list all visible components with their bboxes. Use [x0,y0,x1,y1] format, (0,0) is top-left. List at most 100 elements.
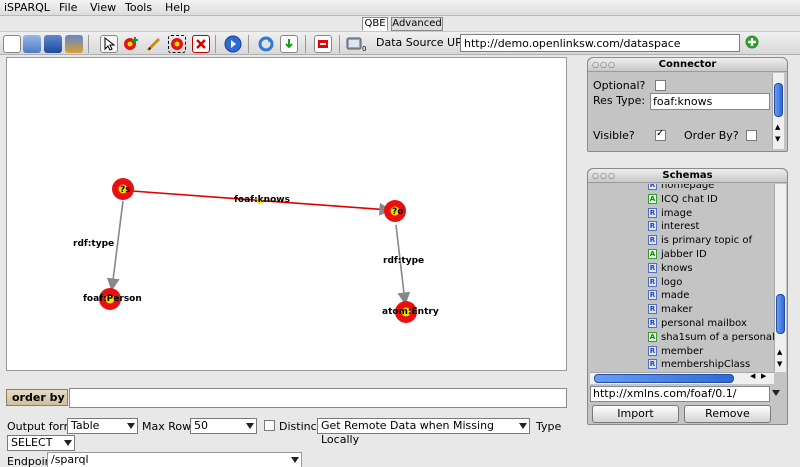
resource-icon: R [648,345,657,356]
schema-list-item[interactable]: RmembershipClass [648,358,750,371]
resource-icon: R [648,290,657,301]
order-by-checkbox[interactable] [746,130,757,141]
menu-help[interactable]: Help [165,1,190,14]
scroll-up-icon[interactable]: ▲ [777,348,782,356]
res-type-input[interactable]: foaf:knows [650,93,770,110]
schemas-tree[interactable]: Rhomepage A ICQ chat ID Rimage Rinterest Ris … [590,184,774,372]
data-source-label: Data Source URI [376,36,466,49]
schemas-vscrollbar[interactable]: ▲ ▼ [774,184,786,372]
menu-tools[interactable]: Tools [125,1,152,14]
res-type-label: Res Type: [593,94,646,107]
schema-list-item[interactable]: Rmade [648,289,689,302]
window-controls-icon[interactable]: ○○○ [592,61,616,69]
schema-list-item[interactable]: Asha1sum of a personal [648,331,774,344]
node-o-label: ?o [392,207,403,217]
visible-label: Visible? [593,129,635,142]
scroll-thumb[interactable] [774,83,783,117]
distinct-label: Distinct [279,420,321,433]
schema-item-label: knows [661,262,693,274]
chevron-down-icon[interactable] [772,390,780,396]
schema-item-label: is primary topic of [661,235,752,247]
distinct-checkbox[interactable] [264,420,275,431]
data-source-input[interactable] [460,34,740,52]
output-format-select[interactable]: Table [67,418,138,434]
max-rows-select[interactable]: 50 [190,418,257,434]
chevron-down-icon [64,440,72,446]
schema-list-item[interactable]: Rpersonal mailbox [648,317,747,330]
menu-app[interactable]: iSPARQL [4,1,50,14]
resource-icon: R [648,359,657,370]
node-atom-entry[interactable]: atom:Entry [382,301,439,323]
remove-button[interactable]: Remove [684,405,771,423]
schema-list-item[interactable]: Rmember [648,345,703,358]
datasource-icon[interactable]: 0 [346,35,366,53]
add-node-icon[interactable] [122,35,140,53]
open-folder-icon[interactable] [23,35,41,53]
resource-icon: R [648,262,657,273]
schema-list-item[interactable]: Ris primary topic of [648,234,752,247]
schema-list-item[interactable]: Rlogo [648,276,682,289]
scroll-thumb[interactable] [776,294,785,334]
schema-list-item[interactable]: Rhomepage [648,184,714,192]
schema-item-label: sha1sum of a personal [661,331,774,343]
schema-list-item[interactable]: Rimage [648,207,692,220]
schema-uri-input[interactable]: http://xmlns.com/foaf/0.1/ [590,386,770,402]
node-s-label: ?s [120,185,131,195]
hscroll-thumb[interactable] [594,374,734,383]
node-s[interactable]: ?s [112,178,134,200]
save-as-icon[interactable] [65,35,83,53]
remote-data-select[interactable]: Get Remote Data when Missing Locally [317,418,530,446]
node-foaf-person[interactable]: foaf:Person [83,288,142,310]
schema-item-label: membershipClass [661,359,751,371]
save-icon[interactable] [44,35,62,53]
scroll-up-icon[interactable]: ▲ [775,123,780,131]
schemas-hscrollbar[interactable]: ◀ ▶ [590,372,774,384]
endpoint-select[interactable]: /sparql [47,452,302,467]
node-o[interactable]: ?o [384,200,406,222]
new-file-icon[interactable] [3,35,21,53]
resource-icon: R [648,235,657,246]
delete-icon[interactable] [192,35,210,53]
import-button[interactable]: Import [592,405,679,423]
schema-list-item[interactable]: A ICQ chat ID [648,193,718,206]
menu-file[interactable]: File [59,1,77,14]
edge-label-knows: foaf:knows [234,195,290,205]
run-query-icon[interactable] [224,35,242,53]
green-plus-icon[interactable] [745,35,759,49]
refresh-icon[interactable] [257,35,275,53]
menu-view[interactable]: View [90,1,116,14]
schemas-title-bar[interactable]: ○○○ Schemas [588,169,787,183]
schema-item-label: interest [661,221,700,233]
window-controls-icon[interactable]: ○○○ [592,172,616,180]
schema-item-label: made [661,290,690,302]
schema-item-label: jabber ID [661,249,707,260]
group-icon[interactable] [168,35,186,53]
scroll-down-icon[interactable]: ▼ [775,135,780,143]
optional-checkbox[interactable] [655,80,666,91]
order-by-input[interactable] [69,388,567,408]
import-icon[interactable] [280,35,298,53]
scroll-down-icon[interactable]: ▼ [777,360,782,368]
schemas-title: Schemas [662,170,713,181]
select-arrow-icon[interactable] [100,35,118,53]
connector-title-bar[interactable]: ○○○ Connector [588,58,787,72]
chevron-down-icon [519,423,527,429]
tab-advanced[interactable]: Advanced [391,17,443,31]
draw-edge-icon[interactable] [145,35,163,53]
scroll-left-icon[interactable]: ◀ [750,372,755,380]
connector-scrollbar[interactable]: ▲ ▼ [772,73,784,149]
clear-icon[interactable] [314,35,332,53]
visible-checkbox[interactable] [655,128,666,141]
query-type-select[interactable]: SELECT [7,435,75,451]
schema-list-item[interactable]: Ajabber ID [648,248,707,261]
schema-item-label: logo [661,276,683,288]
edge-label-type-o: rdf:type [383,256,424,266]
schema-item-label: personal mailbox [661,318,747,329]
schema-list-item[interactable]: Rmaker [648,303,693,316]
schema-list-item[interactable]: Rknows [648,262,693,275]
tab-qbe[interactable]: QBE [362,17,388,31]
scroll-right-icon[interactable]: ▶ [761,372,766,380]
query-type-value: SELECT [11,436,53,449]
query-graph-canvas[interactable]: ?s ?o foaf:Person atom:Entry foaf:knows … [6,57,567,371]
schema-list-item[interactable]: Rinterest [648,220,699,233]
